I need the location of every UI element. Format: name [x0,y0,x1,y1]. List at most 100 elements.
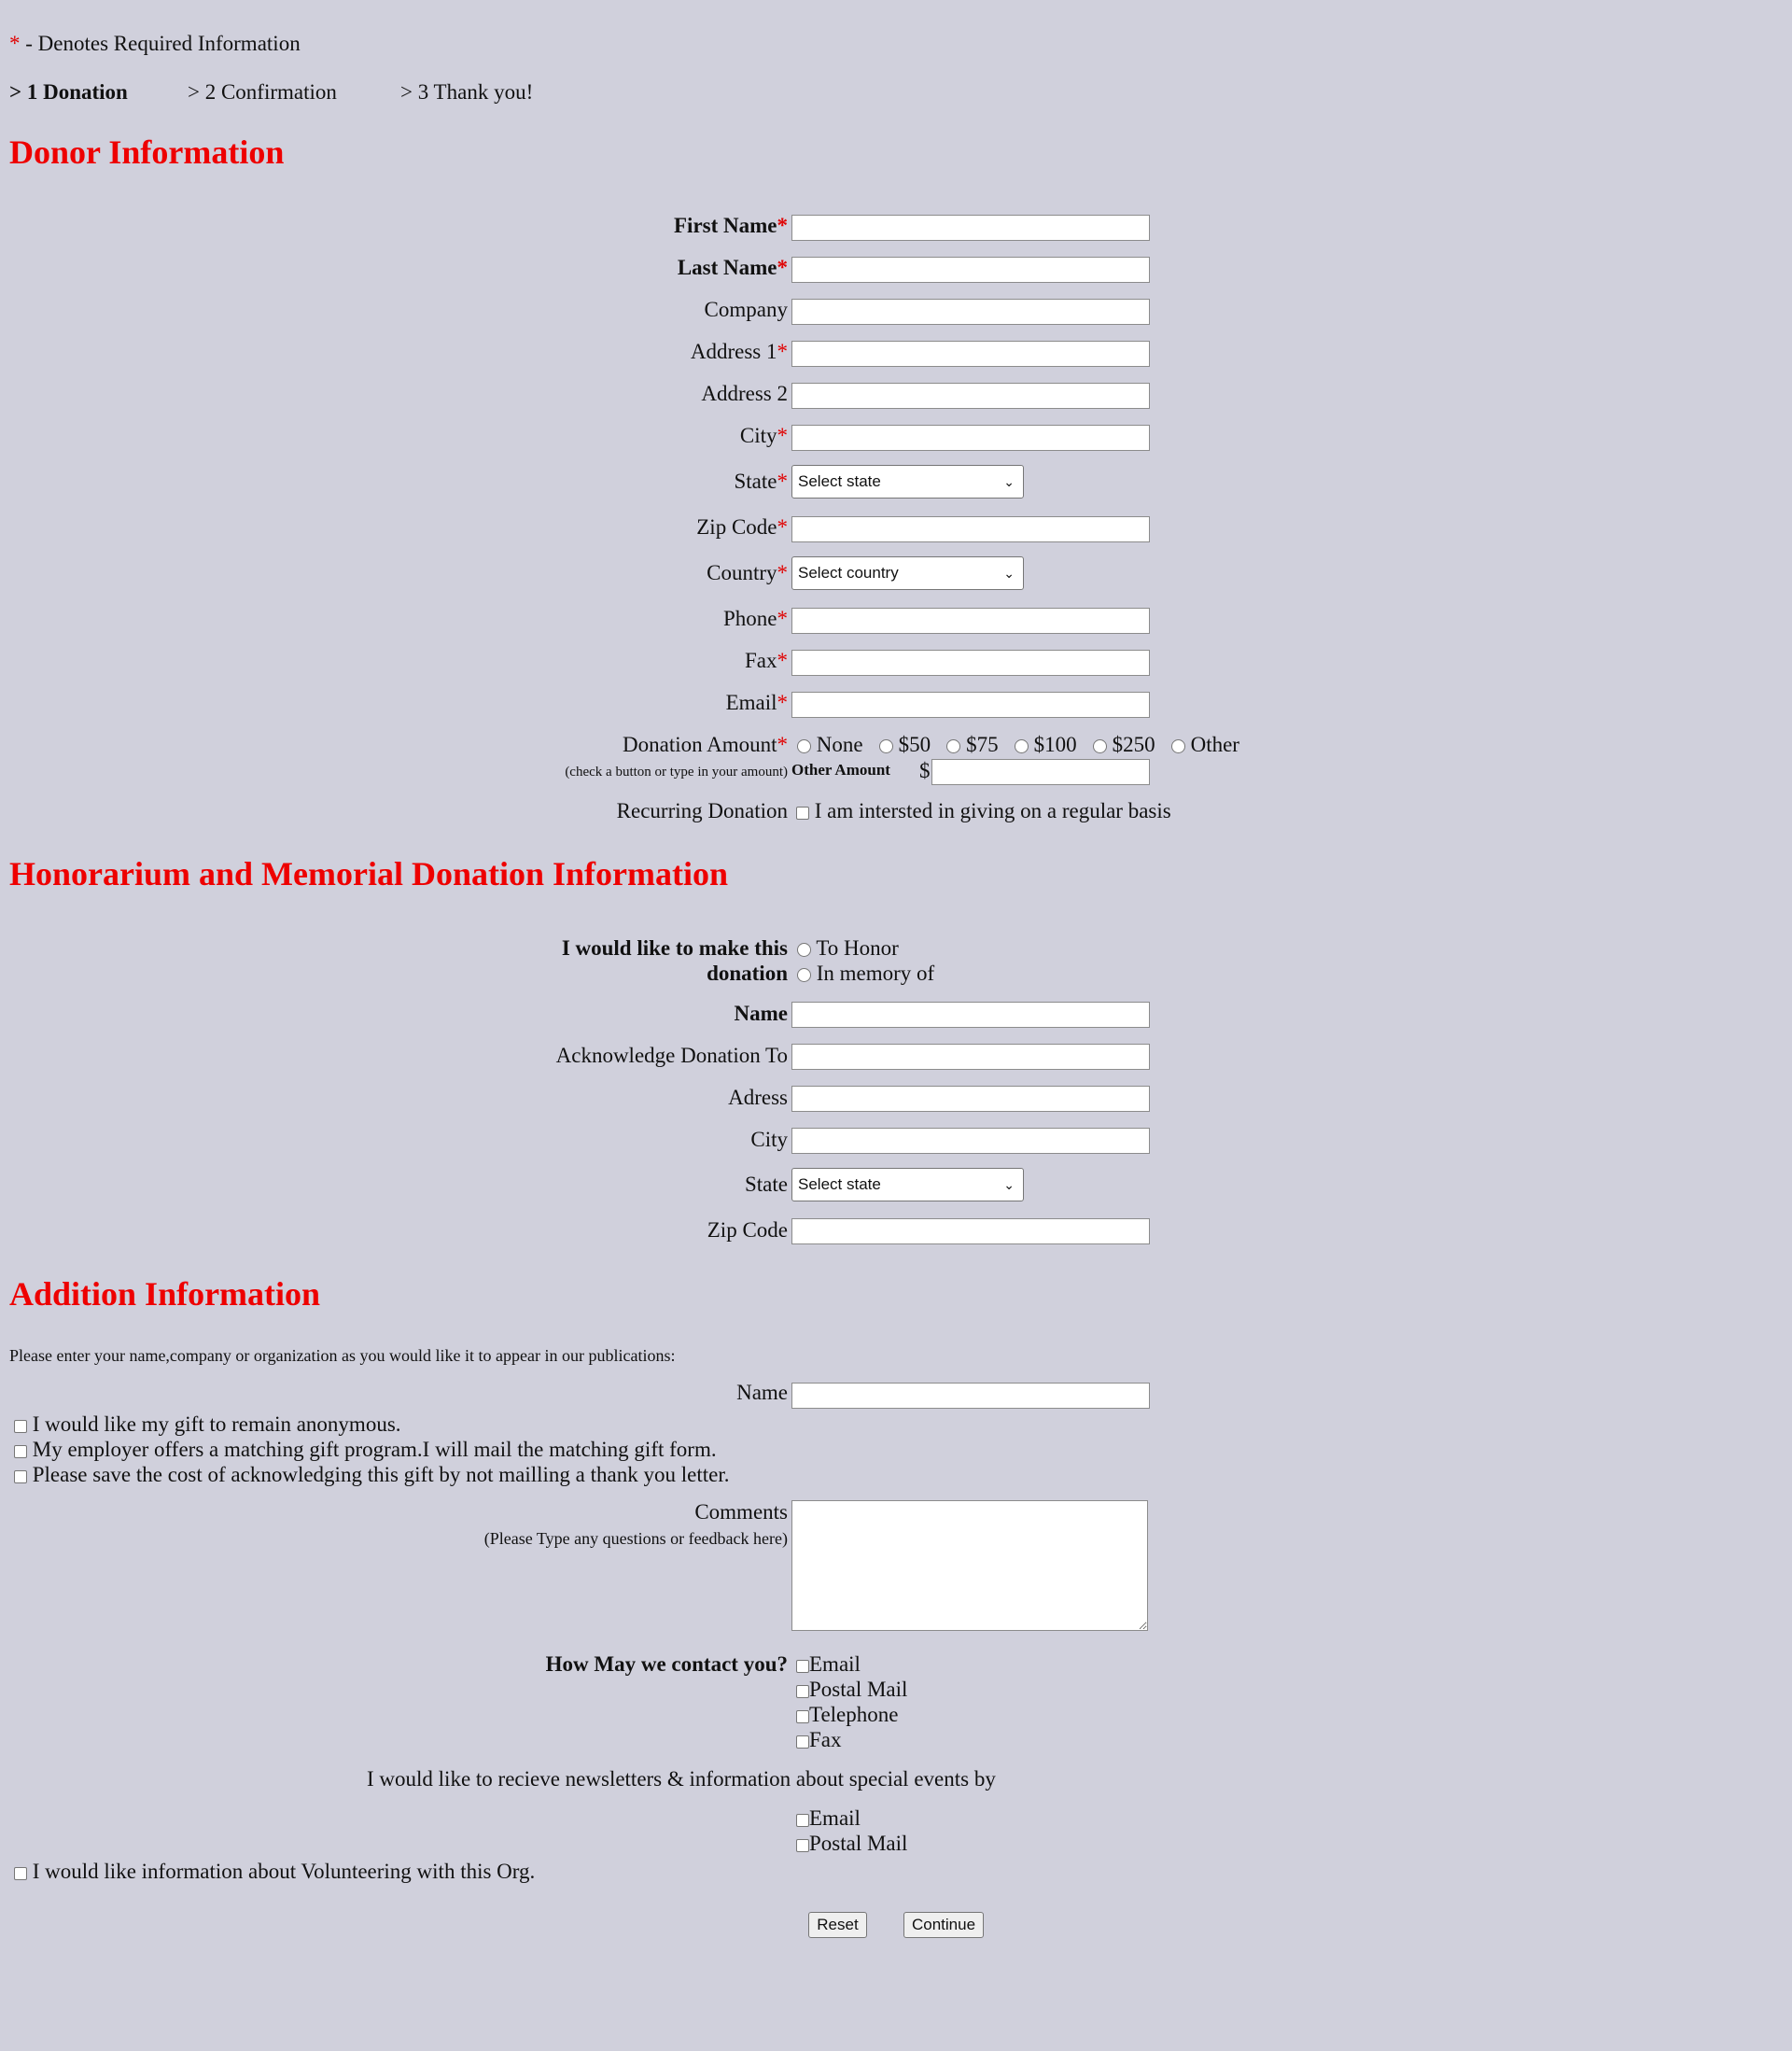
in-memory-radio[interactable] [797,968,811,983]
email-label: Email* [726,690,788,715]
newsletter-option-label: Email [809,1806,861,1830]
honor-name-label: Name [734,1002,788,1025]
required-asterisk: * [777,691,789,714]
no-thank-you-checkbox[interactable] [14,1469,27,1483]
required-asterisk: * [777,649,789,672]
address1-label: Address 1* [691,339,788,364]
chevron-down-icon: ⌄ [1003,474,1015,489]
contact-telephone-checkbox[interactable] [796,1709,809,1723]
publication-name-input[interactable] [791,1383,1150,1409]
city-label: City* [740,423,788,448]
state-select[interactable]: Select state ⌄ [791,465,1024,499]
required-asterisk: * [777,607,789,630]
matching-gift-option-label: My employer offers a matching gift progr… [32,1438,717,1461]
amount-radio-100[interactable] [1014,739,1029,754]
honor-name-input[interactable] [791,1002,1150,1028]
no-thank-you-option-label: Please save the cost of acknowledging th… [32,1463,730,1486]
city-input[interactable] [791,425,1150,451]
honor-option-label: To Honor [816,936,899,960]
newsletter-label: I would like to recieve newsletters & in… [367,1767,996,1791]
reset-button[interactable]: Reset [808,1912,867,1938]
donation-amount-label-text: Donation Amount [623,733,777,756]
country-label: Country* [707,560,788,585]
recurring-donation-option: I am intersted in giving on a regular ba… [796,798,1171,823]
amount-option-label: None [816,733,863,756]
contact-option-email: Email [796,1651,861,1677]
required-asterisk: * [9,32,21,55]
honor-zip-input[interactable] [791,1218,1150,1244]
required-asterisk: * [777,214,789,237]
required-legend: * - Denotes Required Information [9,31,301,56]
newsletter-option-email: Email [796,1805,861,1831]
no-thank-you-option: Please save the cost of acknowledging th… [14,1462,729,1487]
other-amount-input[interactable] [931,759,1150,785]
matching-gift-option: My employer offers a matching gift progr… [14,1437,717,1462]
step-2: > 2 Confirmation [188,80,337,104]
chevron-down-icon: ⌄ [1003,566,1015,581]
volunteer-option-label: I would like information about Volunteer… [32,1860,536,1883]
contact-fax-checkbox[interactable] [796,1735,809,1749]
newsletter-email-checkbox[interactable] [796,1813,809,1827]
contact-option-label: Fax [809,1728,842,1751]
contact-question-label: How May we contact you? [545,1652,788,1676]
honor-city-input[interactable] [791,1128,1150,1154]
state-select-value: Select state [798,472,881,490]
honor-state-select[interactable]: Select state ⌄ [791,1168,1024,1201]
honor-zip-label: Zip Code [707,1218,788,1242]
contact-option-postal: Postal Mail [796,1677,907,1702]
make-donation-label-line2: donation [707,962,788,985]
amount-radio-250[interactable] [1092,739,1107,754]
first-name-label-text: First Name [674,214,777,237]
volunteer-checkbox[interactable] [14,1866,27,1880]
honor-address-input[interactable] [791,1086,1150,1112]
make-donation-label-line1: I would like to make this [561,936,788,960]
newsletter-option-postal: Postal Mail [796,1831,907,1856]
last-name-input[interactable] [791,257,1150,283]
zip-input[interactable] [791,516,1150,542]
fax-input[interactable] [791,650,1150,676]
newsletter-postal-checkbox[interactable] [796,1838,809,1852]
contact-option-fax: Fax [796,1727,842,1752]
zip-label-text: Zip Code [696,515,777,539]
amount-option-label: $250 [1112,733,1155,756]
comments-textarea[interactable] [791,1500,1148,1631]
phone-label: Phone* [723,606,788,631]
amount-radio-75[interactable] [946,739,961,754]
anonymous-checkbox[interactable] [14,1419,27,1433]
country-select[interactable]: Select country ⌄ [791,556,1024,590]
donation-amount-options: None $50 $75 $100 $250 Other [797,732,1239,757]
recurring-checkbox[interactable] [796,806,809,820]
company-input[interactable] [791,299,1150,325]
amount-radio-none[interactable] [797,739,811,754]
amount-option-label: $75 [966,733,999,756]
first-name-label: First Name* [674,213,788,238]
continue-button[interactable]: Continue [903,1912,984,1938]
amount-radio-50[interactable] [878,739,893,754]
amount-radio-other[interactable] [1170,739,1185,754]
required-asterisk: * [777,256,789,279]
phone-input[interactable] [791,608,1150,634]
honorarium-heading: Honorarium and Memorial Donation Informa… [9,855,728,892]
required-asterisk: * [777,515,789,539]
amount-option-label: Other [1190,733,1239,756]
address2-input[interactable] [791,383,1150,409]
required-asterisk: * [777,424,789,447]
first-name-input[interactable] [791,215,1150,241]
address1-input[interactable] [791,341,1150,367]
contact-postal-checkbox[interactable] [796,1684,809,1698]
email-input[interactable] [791,692,1150,718]
to-honor-radio[interactable] [797,943,811,958]
recurring-option-label: I am intersted in giving on a regular ba… [814,799,1171,822]
contact-option-label: Email [809,1652,861,1676]
acknowledge-input[interactable] [791,1044,1150,1070]
amount-option-label: $50 [898,733,931,756]
recurring-donation-label: Recurring Donation [616,799,788,822]
make-donation-label: I would like to make this donation [562,935,788,986]
contact-email-checkbox[interactable] [796,1659,809,1673]
comments-hint: (Please Type any questions or feedback h… [483,1529,788,1548]
last-name-label-text: Last Name [677,256,777,279]
honor-state-select-value: Select state [798,1175,881,1193]
matching-gift-checkbox[interactable] [14,1444,27,1458]
honor-option-1: To Honor [797,935,899,961]
volunteer-option: I would like information about Volunteer… [14,1859,535,1884]
